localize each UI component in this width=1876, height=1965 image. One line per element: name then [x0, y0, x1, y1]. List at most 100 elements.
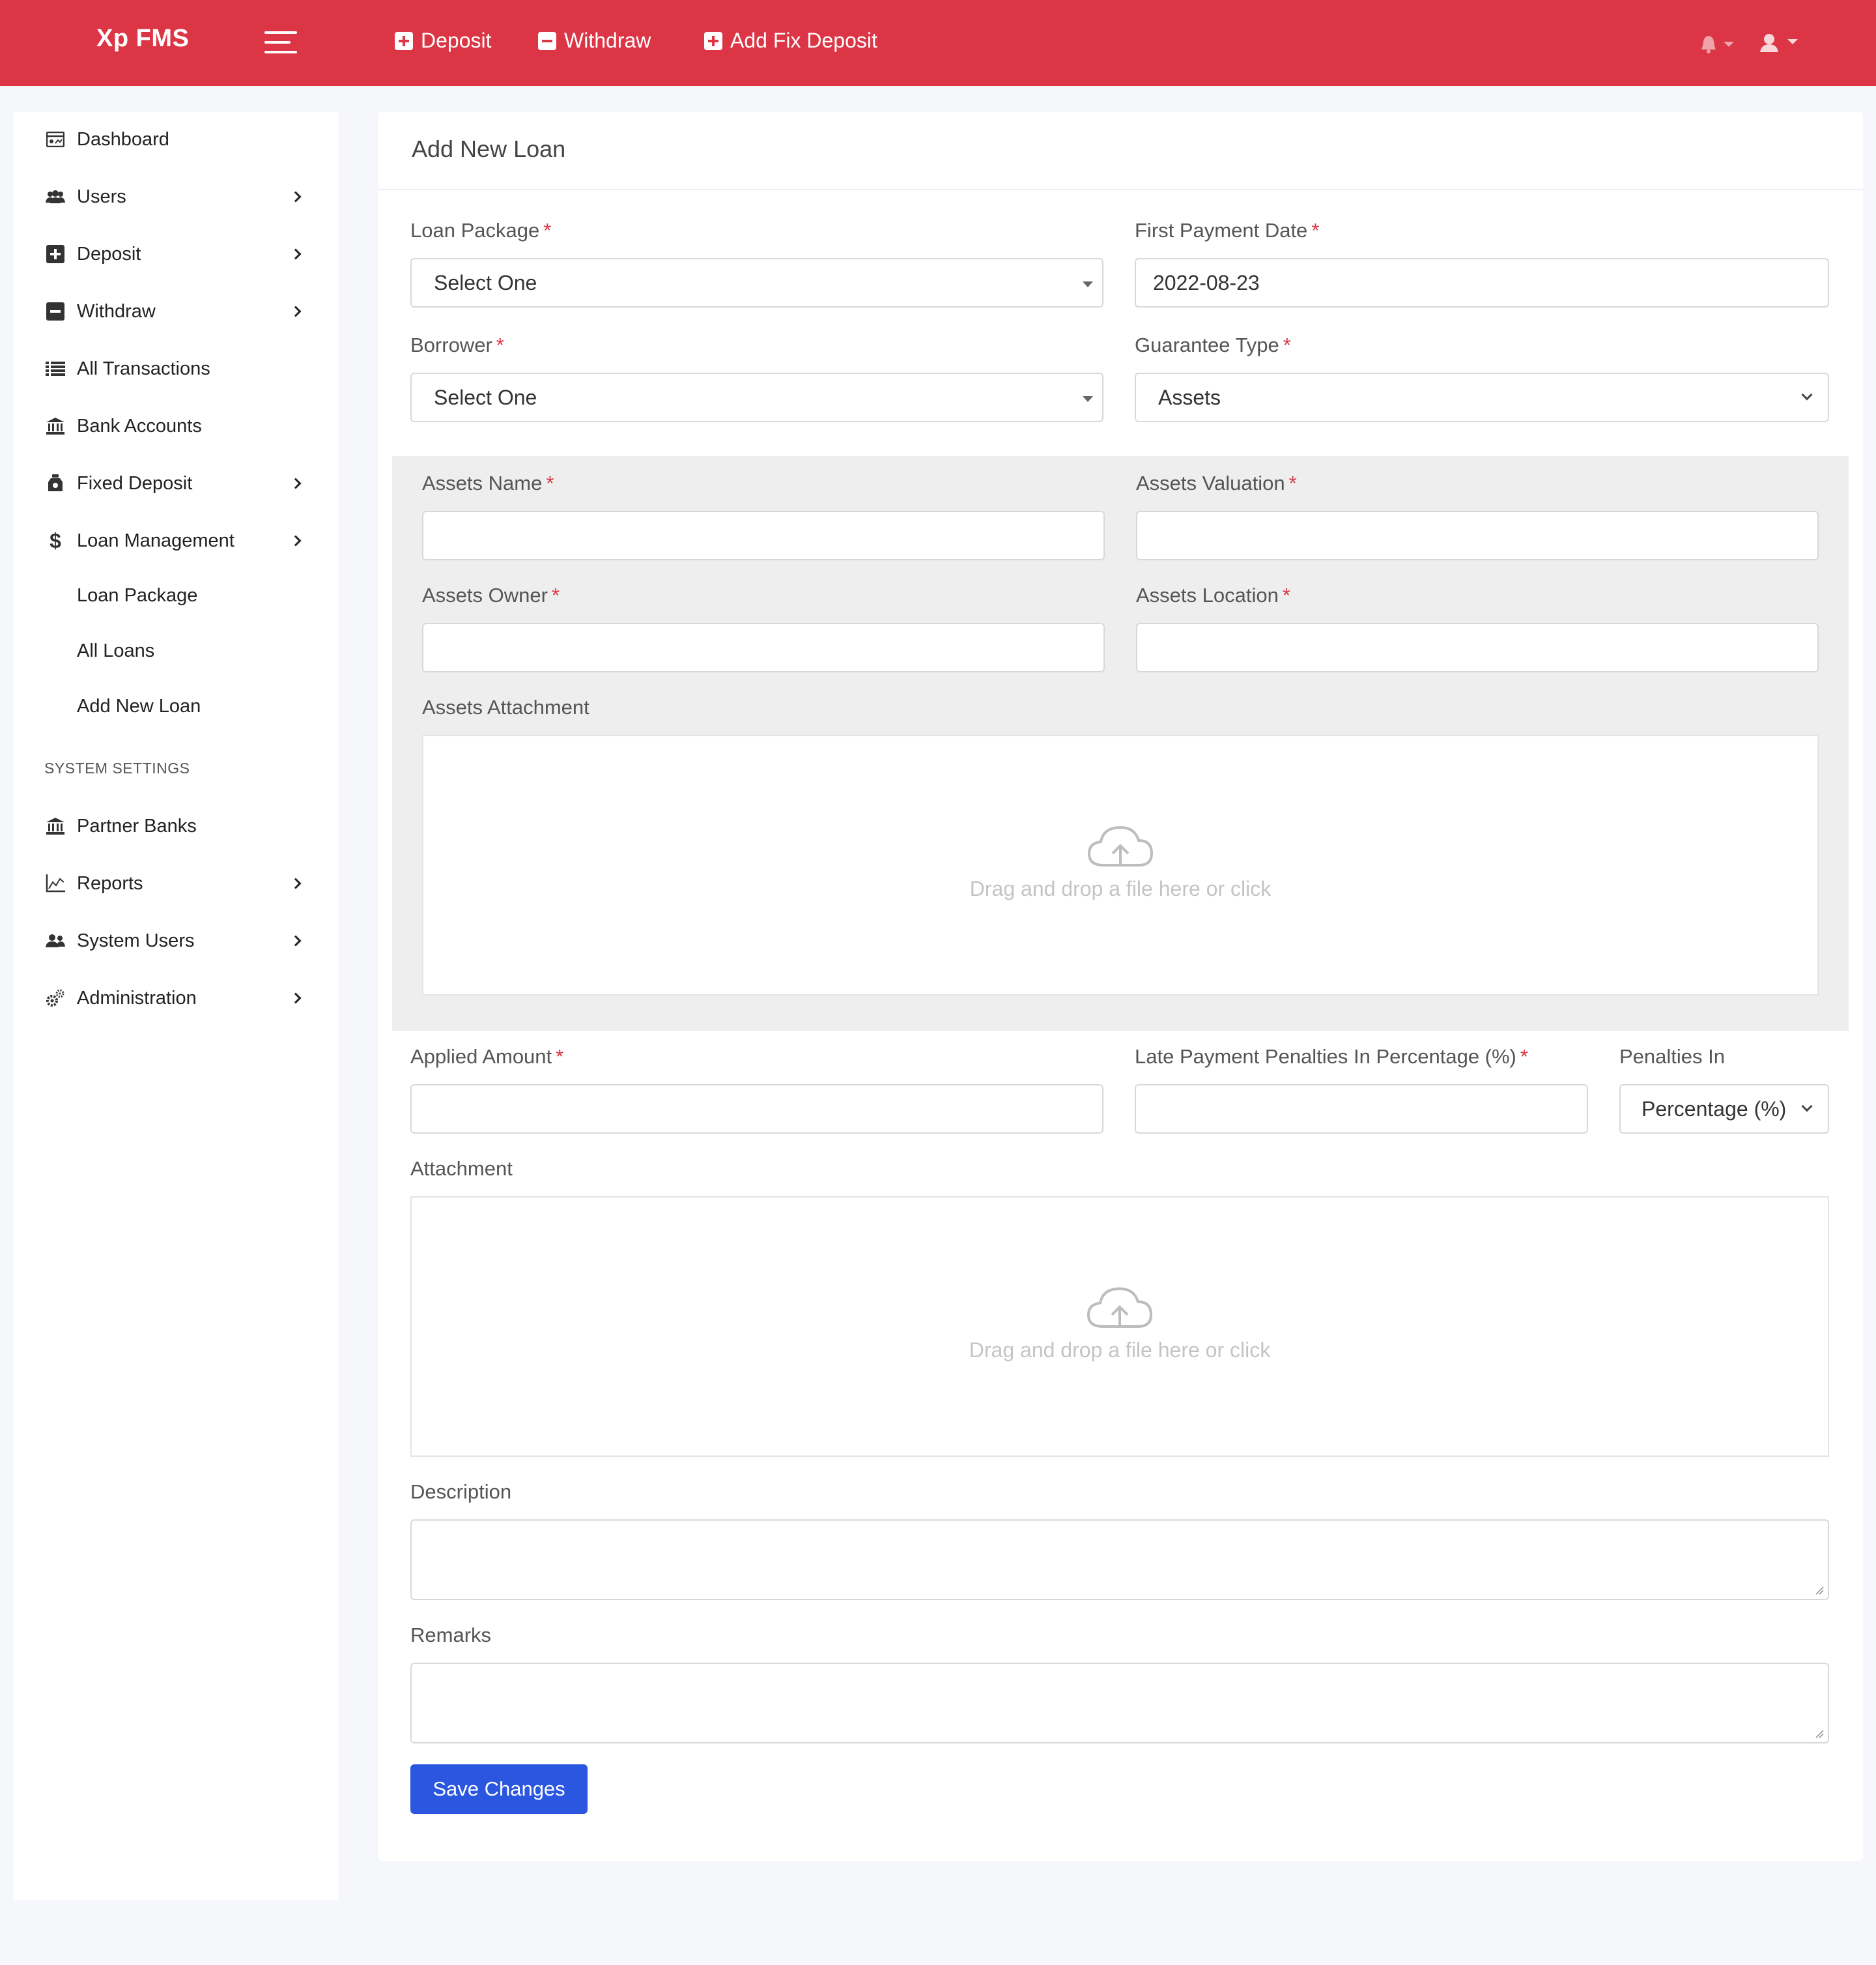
bank-icon: [46, 816, 65, 836]
label-text: First Payment Date: [1135, 219, 1308, 242]
sidebar-item-label: Withdraw: [77, 300, 156, 322]
penalties-in-label: Penalties In: [1619, 1045, 1725, 1068]
top-link-deposit[interactable]: Deposit: [395, 29, 492, 53]
chevron-right-icon: [290, 248, 302, 260]
chevron-right-icon: [290, 878, 302, 889]
sidebar-subitem-add-new-loan[interactable]: Add New Loan: [13, 688, 339, 724]
sidebar-item-dashboard[interactable]: Dashboard: [13, 120, 339, 159]
attachment-dropzone[interactable]: Drag and drop a file here or click: [410, 1196, 1829, 1457]
label-text: Assets Location: [1136, 584, 1279, 607]
cloud-upload-icon: [1087, 1287, 1153, 1328]
sidebar-item-partner-banks[interactable]: Partner Banks: [13, 807, 339, 846]
minus-square-icon: [46, 302, 65, 321]
chevron-right-icon: [290, 191, 302, 203]
assets-name-label: Assets Name *: [422, 472, 554, 495]
user-icon: [1760, 34, 1798, 52]
users-icon: [46, 187, 65, 207]
money-bag-icon: [46, 474, 65, 493]
sidebar: Dashboard Users Deposit Withdraw All Tra…: [13, 112, 339, 1900]
guarantee-type-select[interactable]: Assets: [1135, 373, 1829, 422]
top-link-add-fix-deposit[interactable]: Add Fix Deposit: [704, 29, 877, 53]
sidebar-subitem-loan-package[interactable]: Loan Package: [13, 577, 339, 614]
chevron-right-icon: [290, 478, 302, 489]
dropzone-text: Drag and drop a file here or click: [969, 877, 1272, 900]
assets-valuation-input[interactable]: [1136, 511, 1819, 560]
borrower-select[interactable]: Select One: [410, 373, 1103, 422]
sidebar-item-users[interactable]: Users: [13, 177, 339, 216]
top-link-withdraw[interactable]: Withdraw: [538, 29, 651, 53]
loan-package-select[interactable]: Select One: [410, 258, 1103, 308]
required-mark: *: [1283, 334, 1291, 356]
first-payment-date-input[interactable]: 2022-08-23: [1135, 258, 1829, 308]
chevron-down-icon: [1801, 389, 1813, 401]
loan-package-label: Loan Package *: [410, 219, 551, 242]
applied-amount-label: Applied Amount *: [410, 1045, 563, 1069]
assets-name-input[interactable]: [422, 511, 1105, 560]
chart-line-icon: [46, 874, 65, 893]
notifications-dropdown[interactable]: [1699, 33, 1735, 58]
chevron-right-icon: [290, 992, 302, 1004]
bell-icon: [1701, 36, 1734, 53]
sidebar-item-deposit[interactable]: Deposit: [13, 235, 339, 274]
description-textarea[interactable]: [410, 1519, 1829, 1600]
top-navbar: Xp FMS Deposit Withdraw Add Fix Deposit: [0, 0, 1876, 86]
brand-logo[interactable]: Xp FMS: [96, 25, 189, 53]
applied-amount-input[interactable]: [410, 1084, 1103, 1134]
sidebar-subitem-label: Loan Package: [77, 585, 198, 606]
sidebar-subitem-all-loans[interactable]: All Loans: [13, 633, 339, 669]
caret-down-icon: [1083, 281, 1093, 287]
description-label: Description: [410, 1480, 512, 1503]
select-value: Percentage (%): [1642, 1097, 1787, 1121]
sidebar-item-label: Fixed Deposit: [77, 472, 193, 494]
plus-square-icon: [395, 31, 413, 50]
chevron-down-icon: [1801, 1100, 1813, 1112]
sidebar-item-reports[interactable]: Reports: [13, 864, 339, 903]
remarks-label: Remarks: [410, 1624, 492, 1646]
top-link-label: Add Fix Deposit: [730, 29, 877, 52]
list-icon: [46, 359, 65, 379]
sidebar-item-loan-management[interactable]: $ Loan Management: [13, 521, 339, 560]
sidebar-item-label: Administration: [77, 987, 197, 1009]
sidebar-item-system-users[interactable]: System Users: [13, 921, 339, 960]
resize-handle-icon[interactable]: [1815, 1586, 1824, 1595]
cloud-upload-icon: [1087, 825, 1154, 867]
required-mark: *: [1311, 219, 1320, 242]
select-value: Select One: [434, 385, 537, 409]
sidebar-item-label: Loan Management: [77, 530, 234, 551]
top-link-label: Withdraw: [564, 29, 651, 52]
late-penalties-input[interactable]: [1135, 1084, 1588, 1134]
sidebar-item-administration[interactable]: Administration: [13, 979, 339, 1018]
label-text: Assets Name: [422, 472, 543, 495]
users-icon: [46, 931, 65, 951]
select-value: Assets: [1158, 385, 1221, 409]
save-changes-button[interactable]: Save Changes: [410, 1764, 588, 1814]
resize-handle-icon[interactable]: [1815, 1729, 1824, 1738]
sidebar-item-withdraw[interactable]: Withdraw: [13, 292, 339, 331]
required-mark: *: [543, 219, 552, 242]
assets-owner-label: Assets Owner *: [422, 584, 560, 607]
sidebar-item-bank-accounts[interactable]: Bank Accounts: [13, 407, 339, 446]
user-menu-dropdown[interactable]: [1759, 33, 1800, 58]
remarks-textarea[interactable]: [410, 1663, 1829, 1743]
dropzone-text: Drag and drop a file here or click: [969, 1338, 1271, 1362]
assets-attachment-dropzone[interactable]: Drag and drop a file here or click: [422, 735, 1819, 996]
required-mark: *: [1288, 472, 1297, 495]
chevron-right-icon: [290, 935, 302, 947]
sidebar-item-all-transactions[interactable]: All Transactions: [13, 349, 339, 388]
assets-attachment-label: Assets Attachment: [422, 696, 590, 719]
assets-location-input[interactable]: [1136, 623, 1819, 672]
label-text: Applied Amount: [410, 1045, 552, 1068]
sidebar-item-fixed-deposit[interactable]: Fixed Deposit: [13, 464, 339, 503]
bank-icon: [46, 416, 65, 436]
sidebar-section-title: SYSTEM SETTINGS: [44, 760, 190, 777]
attachment-label: Attachment: [410, 1157, 513, 1180]
chevron-right-icon: [290, 535, 302, 547]
label-text: Guarantee Type: [1135, 334, 1279, 356]
assets-owner-input[interactable]: [422, 623, 1105, 672]
sidebar-item-label: Bank Accounts: [77, 415, 202, 437]
sidebar-item-label: Partner Banks: [77, 815, 197, 837]
assets-location-label: Assets Location *: [1136, 584, 1290, 607]
hamburger-menu-icon[interactable]: [264, 31, 297, 55]
penalties-in-select[interactable]: Percentage (%): [1619, 1084, 1829, 1134]
plus-square-icon: [46, 244, 65, 264]
